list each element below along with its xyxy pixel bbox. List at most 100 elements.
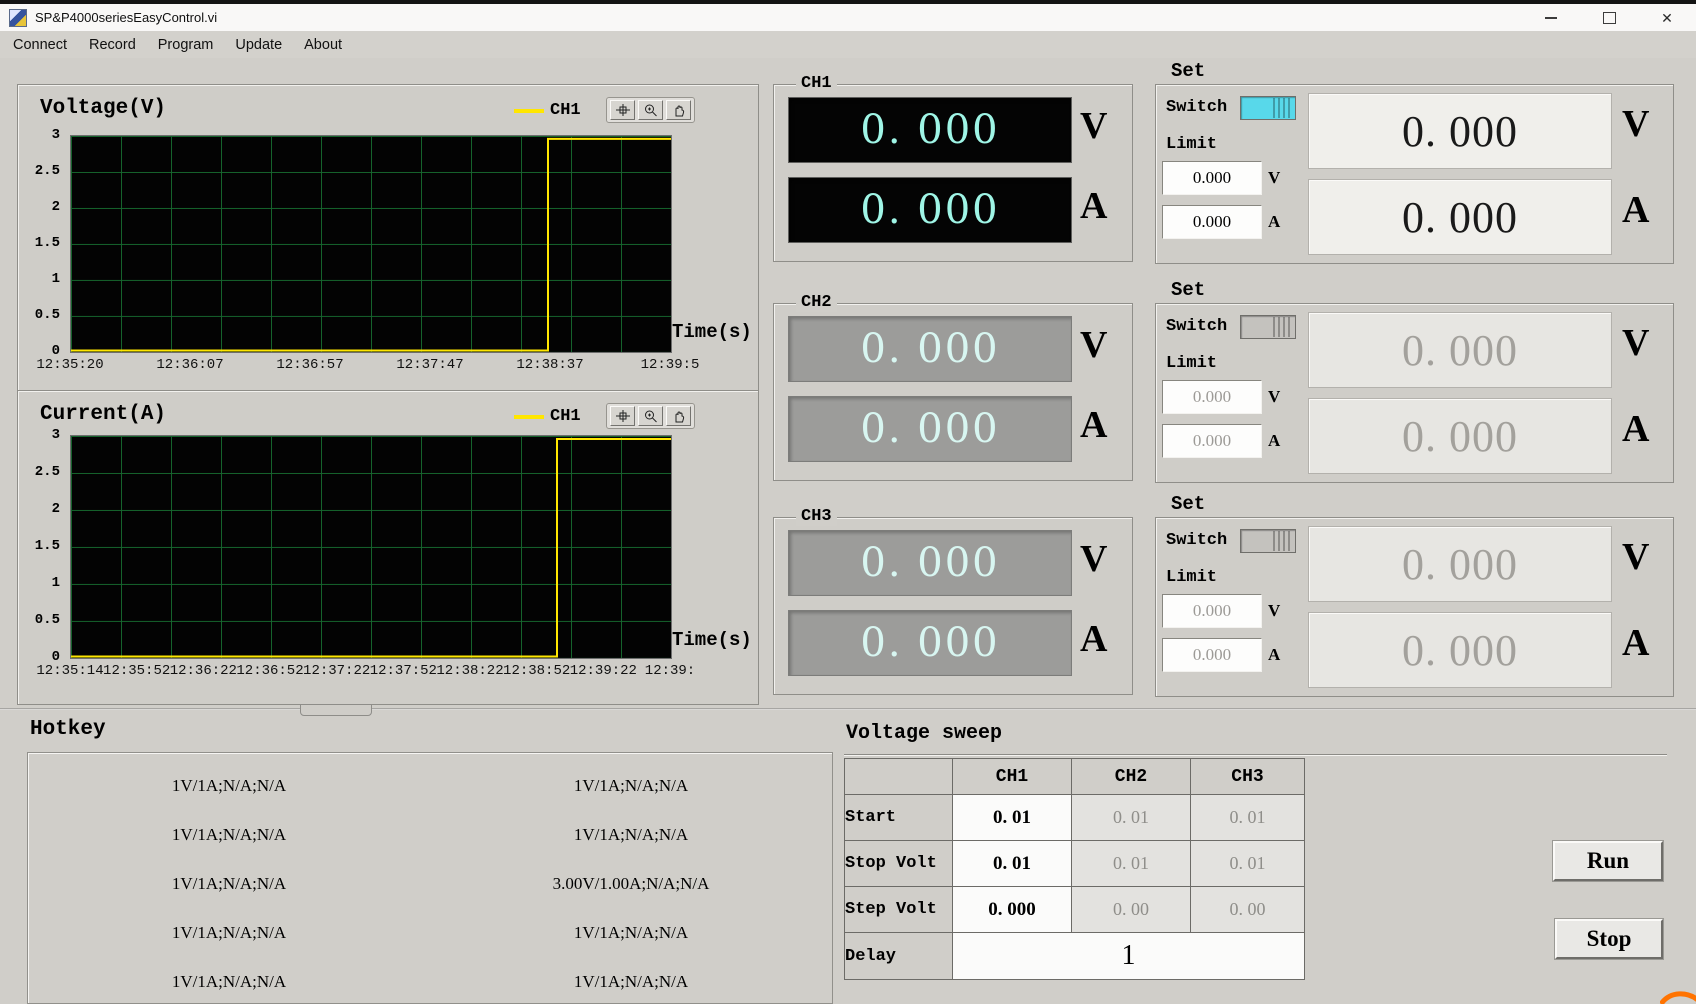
y-axis-ticks: 3 2.5 2 1.5 1 0.5 0	[26, 127, 64, 359]
ch3-current-display: 0. 000	[788, 610, 1072, 676]
menu-item-record[interactable]: Record	[78, 33, 147, 57]
hotkey-cell[interactable]: 1V/1A;N/A;N/A	[430, 825, 832, 845]
titlebar: SP&P4000seriesEasyControl.vi ✕	[0, 4, 1696, 31]
legend-line-icon	[514, 108, 544, 113]
sweep-header-ch1: CH1	[952, 758, 1072, 795]
ch1-set-panel: Switch Limit 0.000 V 0.000 A 0. 000 V 0.…	[1155, 84, 1674, 264]
pan-tool-button[interactable]	[666, 100, 691, 120]
volt-unit-label: V	[1622, 536, 1650, 578]
y-tick-label: 2.5	[34, 162, 60, 179]
pan-tool-button[interactable]	[666, 406, 691, 426]
ch1-current-display: 0. 000	[788, 177, 1072, 243]
y-tick-label: 2.5	[34, 463, 60, 480]
sweep-header-ch3: CH3	[1190, 758, 1305, 795]
amp-unit-label: A	[1622, 622, 1650, 664]
amp-unit-label: A	[1622, 408, 1650, 450]
ch1-set-current-display[interactable]: 0. 000	[1308, 179, 1612, 255]
current-plot-area[interactable]	[70, 435, 672, 659]
voltage-sweep-panel: CH1 CH2 CH3 Start 0. 01 0. 01 0. 01 Stop…	[844, 754, 1667, 1004]
x-tick-label: 12:35:20	[36, 357, 104, 373]
ch3-label: CH3	[796, 507, 837, 526]
ch3-set-panel: Switch Limit 0.000 V 0.000 A 0. 000 V 0.…	[1155, 517, 1674, 697]
ch1-panel: CH1 0. 000 V 0. 000 A	[773, 74, 1133, 262]
x-tick-label: 12:37:47	[396, 357, 464, 373]
hotkey-cell[interactable]: 1V/1A;N/A;N/A	[28, 776, 430, 796]
ch2-limit-voltage-input[interactable]: 0.000	[1162, 380, 1262, 414]
sweep-start-ch3-input: 0. 01	[1190, 794, 1305, 841]
x-tick-label: 12:39:	[644, 663, 696, 679]
y-axis-ticks: 3 2.5 2 1.5 1 0.5 0	[26, 427, 64, 665]
hotkey-cell[interactable]: 1V/1A;N/A;N/A	[430, 972, 832, 992]
minimize-button[interactable]	[1522, 4, 1580, 31]
hotkey-cell[interactable]: 1V/1A;N/A;N/A	[430, 776, 832, 796]
ch3-set-current-display: 0. 000	[1308, 612, 1612, 688]
hotkey-cell[interactable]: 1V/1A;N/A;N/A	[430, 923, 832, 943]
limit-label: Limit	[1166, 135, 1218, 154]
y-tick-label: 3	[51, 427, 60, 443]
splitter-grip[interactable]	[300, 704, 372, 716]
amp-unit-label: A	[1080, 618, 1108, 660]
volt-unit-label: V	[1268, 387, 1281, 406]
hotkey-cell[interactable]: 1V/1A;N/A;N/A	[28, 923, 430, 943]
ch1-limit-voltage-input[interactable]: 0.000	[1162, 161, 1262, 195]
panel-divider	[0, 708, 1696, 710]
stop-button[interactable]: Stop	[1554, 918, 1664, 960]
sweep-delay-input[interactable]: 1	[952, 932, 1305, 980]
voltage-sweep-title: Voltage sweep	[846, 722, 1003, 745]
limit-label: Limit	[1166, 354, 1218, 373]
ch1-set-voltage-display[interactable]: 0. 000	[1308, 93, 1612, 169]
magnifier-icon	[644, 104, 657, 117]
sweep-step-ch1-input[interactable]: 0. 000	[952, 886, 1072, 933]
hotkey-cell[interactable]: 1V/1A;N/A;N/A	[28, 972, 430, 992]
menu-item-connect[interactable]: Connect	[2, 33, 78, 57]
magnifier-icon	[644, 410, 657, 423]
close-button[interactable]: ✕	[1638, 4, 1696, 31]
ch3-set-voltage-display: 0. 000	[1308, 526, 1612, 602]
menu-item-update[interactable]: Update	[224, 33, 293, 57]
x-tick-label: 12:37:22	[303, 663, 371, 679]
zoom-tool-button[interactable]	[638, 406, 663, 426]
ch3-switch-toggle[interactable]	[1240, 529, 1296, 553]
x-tick-label: 12:37:52	[369, 663, 437, 679]
hotkey-row: 1V/1A;N/A;N/A 1V/1A;N/A;N/A	[28, 957, 832, 1004]
zoom-tool-button[interactable]	[638, 100, 663, 120]
ch2-limit-current-input[interactable]: 0.000	[1162, 424, 1262, 458]
maximize-button[interactable]	[1580, 4, 1638, 31]
ch1-switch-toggle[interactable]	[1240, 96, 1296, 120]
hotkey-cell[interactable]: 3.00V/1.00A;N/A;N/A	[430, 874, 832, 894]
crosshair-tool-button[interactable]	[610, 406, 635, 426]
ch2-switch-toggle[interactable]	[1240, 315, 1296, 339]
x-axis-ticks: 12:35:14 12:35:52 12:36:22 12:36:52 12:37:22…	[36, 663, 695, 681]
voltage-chart: Voltage(V) CH1 3 2.5 2 1.5 1 0.5 0 12:35:20 12:…	[17, 84, 759, 392]
x-tick-label: 12:35:14	[36, 663, 104, 679]
minimize-icon	[1545, 16, 1557, 19]
sweep-step-ch3-input: 0. 00	[1190, 886, 1305, 933]
ch3-limit-voltage-input[interactable]: 0.000	[1162, 594, 1262, 628]
x-tick-label: 12:39:5	[640, 357, 700, 373]
sweep-row-label-step: Step Volt	[844, 886, 953, 933]
sweep-stop-ch1-input[interactable]: 0. 01	[952, 840, 1072, 887]
run-button[interactable]: Run	[1552, 840, 1664, 882]
switch-label: Switch	[1166, 531, 1228, 550]
sweep-header-ch2: CH2	[1071, 758, 1191, 795]
x-tick-label: 12:38:52	[503, 663, 571, 679]
ch1-limit-current-input[interactable]: 0.000	[1162, 205, 1262, 239]
sweep-start-ch1-input[interactable]: 0. 01	[952, 794, 1072, 841]
ch1-section: CH1 0. 000 V 0. 000 A Set Switch Limit 0…	[773, 60, 1674, 264]
ch1-set-label: Set	[1171, 60, 1206, 82]
ch3-limit-current-input[interactable]: 0.000	[1162, 638, 1262, 672]
y-tick-label: 2	[51, 500, 60, 517]
ch3-voltage-display: 0. 000	[788, 530, 1072, 596]
hotkey-cell[interactable]: 1V/1A;N/A;N/A	[28, 874, 430, 894]
orange-swoosh-decoration	[1660, 991, 1696, 1004]
current-chart-legend: CH1	[514, 407, 581, 426]
menu-item-program[interactable]: Program	[147, 33, 225, 57]
voltage-chart-title: Voltage(V)	[40, 97, 167, 120]
hotkey-cell[interactable]: 1V/1A;N/A;N/A	[28, 825, 430, 845]
crosshair-tool-button[interactable]	[610, 100, 635, 120]
sweep-stop-ch3-input: 0. 01	[1190, 840, 1305, 887]
voltage-plot-area[interactable]	[70, 135, 672, 353]
sweep-row-label-stop: Stop Volt	[844, 840, 953, 887]
menu-item-about[interactable]: About	[293, 33, 353, 57]
hotkey-row: 1V/1A;N/A;N/A 1V/1A;N/A;N/A	[28, 908, 832, 957]
